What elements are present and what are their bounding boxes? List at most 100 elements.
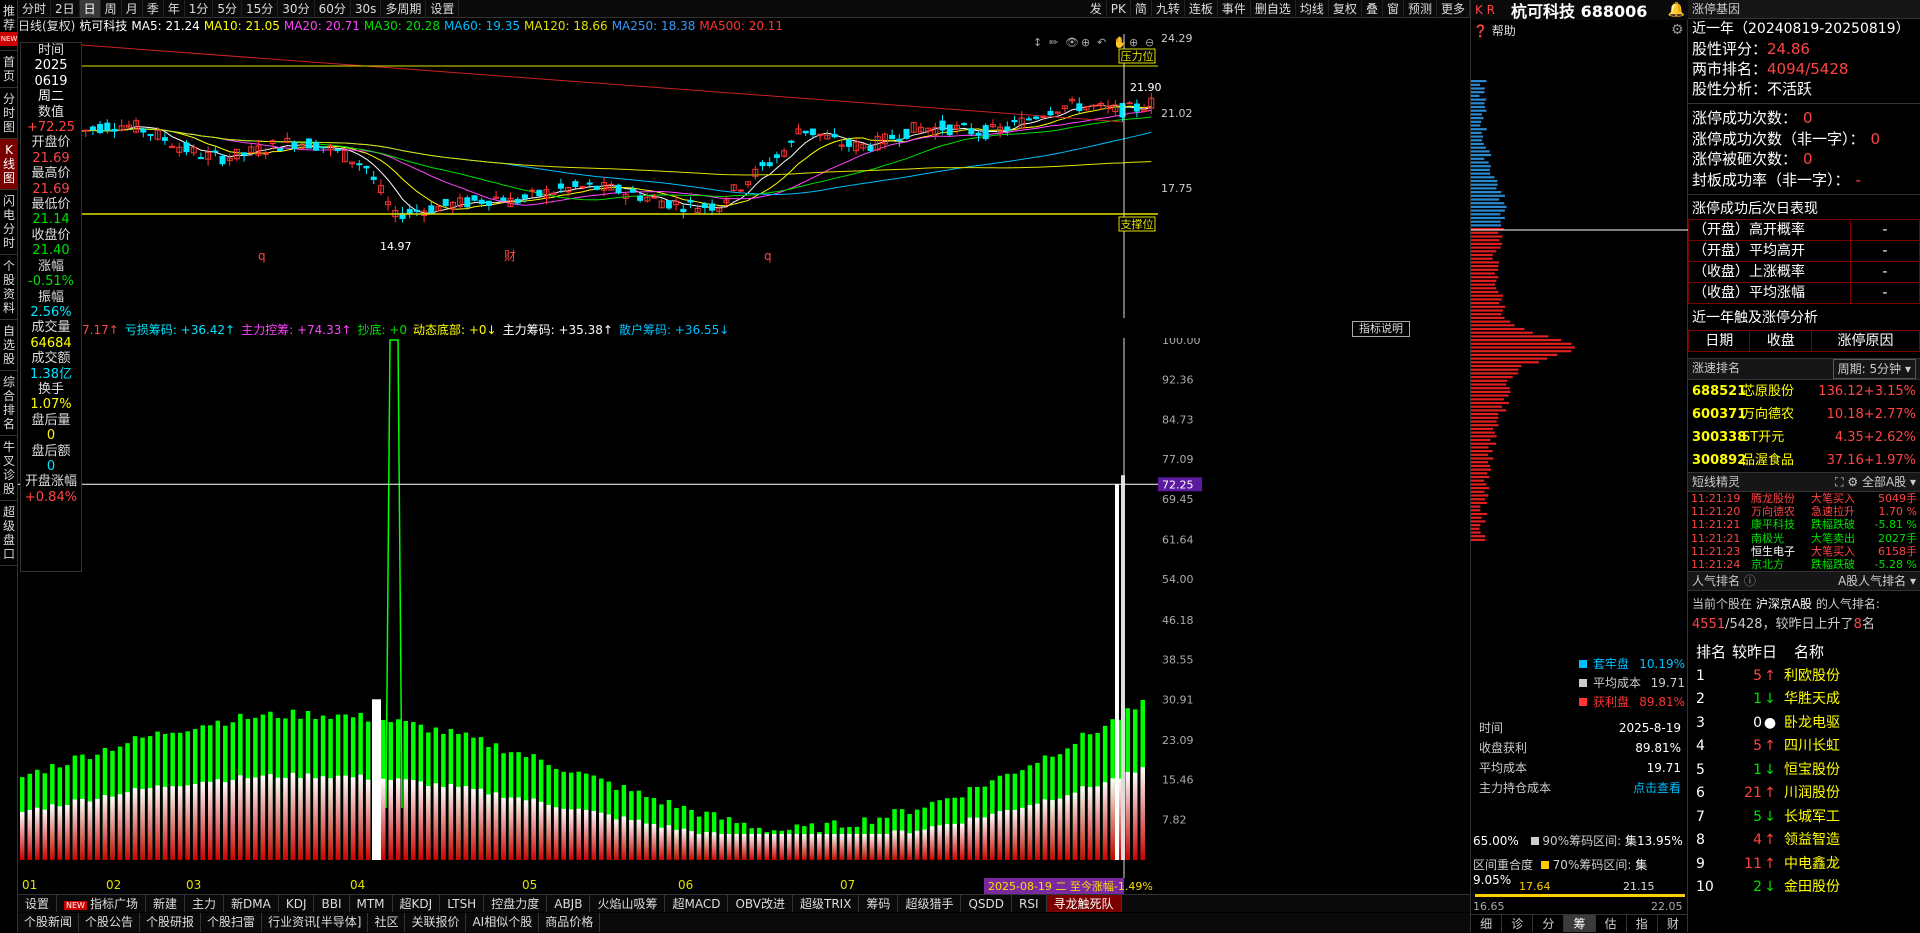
nav-item-0[interactable]: 推荐 NEW xyxy=(0,0,18,51)
rank-row[interactable]: 5 1 ↓ 恒宝股份 xyxy=(1688,759,1920,783)
speed-row[interactable]: 300338 ST开元 4.35 +2.62% xyxy=(1688,426,1920,449)
speed-row[interactable]: 600371 万向德农 10.18 +2.77% xyxy=(1688,403,1920,426)
period-tab[interactable]: 15分 xyxy=(242,0,279,18)
chip-tab[interactable]: 诊 xyxy=(1502,915,1534,932)
bell-icon[interactable]: 🔔 xyxy=(1668,2,1685,18)
info-tab[interactable]: 个股公告 xyxy=(79,913,141,932)
chip-tab[interactable]: 估 xyxy=(1596,915,1627,932)
tool-button[interactable]: 发 xyxy=(1086,0,1107,18)
indicator-tab[interactable]: KDJ xyxy=(279,895,315,912)
chip-stat-row[interactable]: 主力持仓成本 点击查看 xyxy=(1471,778,1689,798)
tool-button[interactable]: 窗 xyxy=(1383,0,1404,18)
period-tab[interactable]: 30s xyxy=(351,0,382,18)
chart-tool-icon[interactable]: ↶ xyxy=(1097,36,1106,49)
chart-tool-icon[interactable]: ↕ xyxy=(1033,36,1042,49)
indicator-tab[interactable]: BBI xyxy=(314,895,350,912)
nav-item-1[interactable]: 首页 xyxy=(0,51,18,88)
period-tab[interactable]: 周 xyxy=(101,0,122,18)
touch-col[interactable]: 收盘 xyxy=(1749,330,1812,352)
tool-button[interactable]: PK xyxy=(1107,0,1131,18)
tool-button[interactable]: 事件 xyxy=(1218,0,1251,18)
chip-tab[interactable]: 细 xyxy=(1471,915,1503,932)
flash-row[interactable]: 11:21:19 腾龙股份 大笔买入 5049手 xyxy=(1688,492,1920,505)
indicator-tab[interactable]: RSI xyxy=(1012,895,1047,912)
tool-button[interactable]: 预测 xyxy=(1404,0,1437,18)
rank-row[interactable]: 8 4 ↑ 领益智造 xyxy=(1688,829,1920,853)
chart-tool-icon[interactable]: ✏ xyxy=(1049,36,1059,49)
indicator-tab[interactable]: 筹码 xyxy=(859,895,899,912)
tool-button[interactable]: 复权 xyxy=(1329,0,1362,18)
rank-row[interactable]: 2 1 ↓ 华胜天成 xyxy=(1688,688,1920,712)
rank-row[interactable]: 10 2 ↓ 金田股份 xyxy=(1688,876,1920,900)
period-tab[interactable]: 5分 xyxy=(213,0,243,18)
indicator-tab[interactable]: 新建 xyxy=(146,895,185,912)
nav-item-5[interactable]: 个股资料 xyxy=(0,255,18,320)
rank-row[interactable]: 4 5 ↑ 四川长虹 xyxy=(1688,735,1920,759)
indicator-chart[interactable]: 100.00 92.36 84.73 77.09 72.25 69.45 61.64 54.0… xyxy=(18,338,1470,894)
indicator-tab[interactable]: QSDD xyxy=(961,895,1012,912)
help-link[interactable]: ❓ 帮助 xyxy=(1473,22,1516,39)
nav-item-3[interactable]: K线图 xyxy=(0,139,18,190)
indicator-tab[interactable]: NEW 指标广场 xyxy=(57,895,146,912)
indicator-tab[interactable]: 超MACD xyxy=(665,895,729,912)
tool-button[interactable]: 更多 xyxy=(1437,0,1470,18)
rank-row[interactable]: 3 0 ● 卧龙电驱 xyxy=(1688,712,1920,736)
period-tab[interactable]: 日 xyxy=(79,0,101,18)
speed-period-select[interactable]: 周期: 5分钟 ▾ xyxy=(1832,359,1916,379)
nav-item-9[interactable]: 超级盘口 xyxy=(0,501,18,566)
indicator-tab[interactable]: 主力 xyxy=(185,895,225,912)
chip-tab[interactable]: 分 xyxy=(1533,915,1565,932)
nav-item-6[interactable]: 自选股 xyxy=(0,320,18,371)
tool-button[interactable]: 删自选 xyxy=(1251,0,1296,18)
info-tab[interactable]: 社区 xyxy=(368,913,406,932)
gear-icon[interactable]: ⚙ xyxy=(1847,475,1858,489)
flash-row[interactable]: 11:21:24 京北方 跌幅跌破 -5.28 % xyxy=(1688,558,1920,571)
indicator-tab[interactable]: 寻龙触死队 xyxy=(1046,895,1122,912)
tool-button[interactable]: 连板 xyxy=(1185,0,1218,18)
indicator-explain-button[interactable]: 指标说明 xyxy=(1352,321,1410,337)
indicator-tab[interactable]: 超级TRIX xyxy=(793,895,860,912)
flash-row[interactable]: 11:21:21 南极光 大笔卖出 2027手 xyxy=(1688,532,1920,545)
flash-row[interactable]: 11:21:23 恒生电子 大笔买入 6158手 xyxy=(1688,545,1920,558)
touch-col[interactable]: 涨停原因 xyxy=(1810,330,1920,352)
flash-filter-select[interactable]: ⛶ ⚙ 全部A股 ▾ xyxy=(1835,473,1916,491)
pop-filter-select[interactable]: A股人气排名 ▾ xyxy=(1838,572,1916,590)
chart-tool-icon[interactable]: ✋ xyxy=(1113,36,1127,49)
chart-tool-icon[interactable]: ⊖ xyxy=(1145,36,1154,49)
indicator-tab[interactable]: 超KDJ xyxy=(393,895,441,912)
period-tab[interactable]: 30分 xyxy=(278,0,315,18)
tool-button[interactable]: 均线 xyxy=(1296,0,1329,18)
period-tab[interactable]: 2日 xyxy=(51,0,80,18)
rank-row[interactable]: 7 5 ↓ 长城军工 xyxy=(1688,806,1920,830)
flash-row[interactable]: 11:21:20 万向德农 急速拉升 1.70 % xyxy=(1688,505,1920,518)
period-tab[interactable]: 月 xyxy=(122,0,143,18)
period-tab[interactable]: 60分 xyxy=(315,0,351,18)
chip-tab[interactable]: 指 xyxy=(1627,915,1658,932)
rank-row[interactable]: 6 21 ↑ 川润股份 xyxy=(1688,782,1920,806)
info-tab[interactable]: 个股扫雷 xyxy=(201,913,263,932)
period-tab[interactable]: 季 xyxy=(143,0,164,18)
indicator-tab[interactable]: OBV改进 xyxy=(728,895,793,912)
info-tab[interactable]: 个股研报 xyxy=(140,913,202,932)
indicator-tab[interactable]: 控盘力度 xyxy=(484,895,548,912)
indicator-tab[interactable]: 新DMA xyxy=(224,895,279,912)
gear-icon[interactable]: ⚙ xyxy=(1671,22,1684,38)
indicator-tab[interactable]: MTM xyxy=(350,895,393,912)
info-tab[interactable]: AI相似个股 xyxy=(466,913,540,932)
flash-row[interactable]: 11:21:21 康平科技 跌幅跌破 -5.81 % xyxy=(1688,518,1920,531)
rank-row[interactable]: 9 11 ↑ 中电鑫龙 xyxy=(1688,853,1920,877)
tool-button[interactable]: 九转 xyxy=(1152,0,1185,18)
chip-tab[interactable]: 财 xyxy=(1658,915,1689,932)
nav-item-7[interactable]: 综合排名 xyxy=(0,371,18,436)
indicator-tab[interactable]: 超级猎手 xyxy=(898,895,962,912)
tool-button[interactable]: 简 xyxy=(1131,0,1152,18)
rank-row[interactable]: 1 5 ↑ 利欧股份 xyxy=(1688,665,1920,689)
period-tab[interactable]: 年 xyxy=(164,0,185,18)
touch-col[interactable]: 日期 xyxy=(1687,330,1751,352)
chip-tab[interactable]: 筹 xyxy=(1564,915,1596,932)
period-tab[interactable]: 分时 xyxy=(18,0,52,18)
period-tab[interactable]: 多周期 xyxy=(381,0,427,18)
nav-item-4[interactable]: 闪电分时 xyxy=(0,190,18,255)
chart-tool-icon[interactable]: 👁 xyxy=(1065,36,1079,49)
speed-row[interactable]: 300892 品渥食品 37.16 +1.97% xyxy=(1688,449,1920,472)
